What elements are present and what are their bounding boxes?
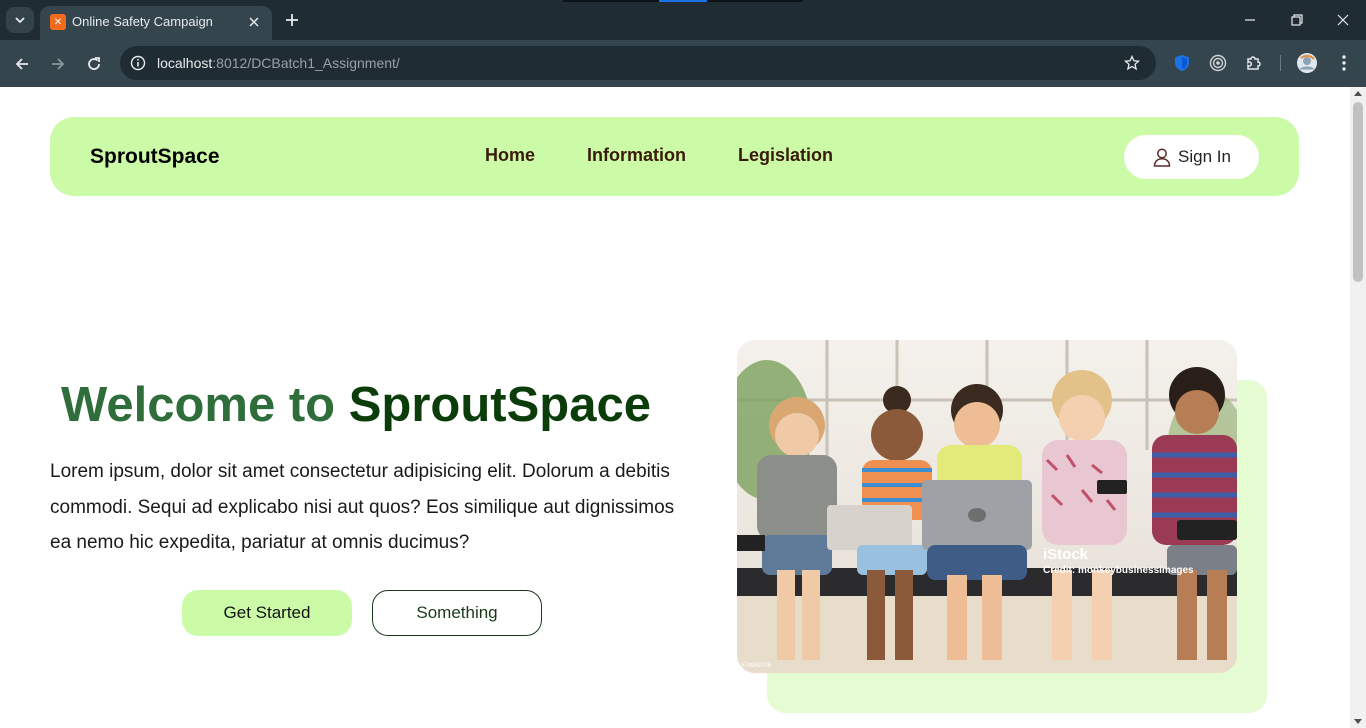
tab-close-button[interactable] [244,12,264,32]
hero-title: Welcome to SproutSpace [61,377,651,433]
hero-title-part2: SproutSpace [348,378,651,432]
hero-image: iStock Credit: monkeybusinessimages 6749… [737,340,1237,673]
xampp-icon: ✕ [50,14,66,30]
get-started-button[interactable]: Get Started [182,590,352,636]
address-bar[interactable]: localhost:8012/DCBatch1_Assignment/ [120,46,1156,80]
tab-search-button[interactable] [6,7,34,33]
nav-link-home[interactable]: Home [485,145,535,166]
chevron-down-icon [15,17,25,24]
new-tab-button[interactable] [282,10,302,30]
profile-button[interactable] [1296,52,1318,74]
window-drag-strip-accent [659,0,707,2]
reload-button[interactable] [82,52,106,76]
hero-title-part1: Welcome to [61,378,336,432]
tab-title: Online Safety Campaign [72,14,213,29]
nav-links: Home Information Legislation [485,145,833,166]
forward-button[interactable] [46,52,70,76]
star-icon [1124,55,1140,71]
scroll-up-arrow-icon[interactable] [1354,91,1362,96]
back-button[interactable] [10,52,34,76]
toolbar-separator [1280,55,1281,71]
scrollbar-thumb[interactable] [1353,102,1363,282]
info-icon [130,55,146,71]
close-icon [249,17,259,27]
bookmark-button[interactable] [1122,53,1142,73]
something-button[interactable]: Something [372,590,542,636]
arrow-right-icon [52,58,65,70]
extension-target-button[interactable] [1207,52,1229,74]
scroll-down-arrow-icon[interactable] [1354,719,1362,724]
extension-shield-button[interactable] [1171,52,1193,74]
sign-in-label: Sign In [1178,147,1231,166]
browser-menu-button[interactable] [1333,52,1355,74]
window-drag-strip [563,0,659,2]
minimize-button[interactable] [1240,10,1260,30]
url-host: localhost [157,55,213,71]
minimize-icon [1245,19,1255,21]
reload-icon [88,57,100,70]
user-icon [1153,148,1171,167]
extensions-button[interactable] [1243,52,1265,74]
site-info-button[interactable] [128,53,148,73]
restore-button[interactable] [1287,10,1307,30]
window-drag-strip [707,0,803,2]
url-text: localhost:8012/DCBatch1_Assignment/ [157,55,400,71]
nav-link-legislation[interactable]: Legislation [738,145,833,166]
children-with-devices-illustration [737,340,1237,673]
sign-in-button[interactable]: Sign In [1124,135,1259,179]
istock-logo: iStock [1043,546,1089,563]
shield-icon [1175,55,1189,71]
plus-icon [286,14,298,26]
hero-description: Lorem ipsum, dolor sit amet consectetur … [50,461,675,553]
arrow-left-icon [15,58,28,70]
istock-watermark: iStock Credit: monkeybusinessimages [1043,546,1194,576]
browser-tab-bar: ✕ Online Safety Campaign [0,0,1366,40]
window-close-button[interactable] [1333,10,1353,30]
avatar-icon [1297,53,1317,73]
stock-image-id: 674969706 [741,663,772,669]
image-credit: Credit: monkeybusinessimages [1043,565,1194,576]
browser-toolbar: localhost:8012/DCBatch1_Assignment/ [0,40,1366,87]
page-viewport: SproutSpace Home Information Legislation… [0,87,1350,728]
kebab-menu-icon [1342,55,1346,71]
close-icon [1337,14,1349,26]
nav-link-information[interactable]: Information [587,145,686,166]
site-navbar: SproutSpace Home Information Legislation… [50,117,1299,196]
browser-tab[interactable]: ✕ Online Safety Campaign [40,6,272,40]
puzzle-icon [1247,56,1261,70]
page-scrollbar[interactable] [1350,87,1366,728]
restore-icon [1291,14,1303,26]
target-icon [1209,54,1227,72]
brand-logo[interactable]: SproutSpace [90,145,220,169]
url-path: :8012/DCBatch1_Assignment/ [212,55,400,71]
